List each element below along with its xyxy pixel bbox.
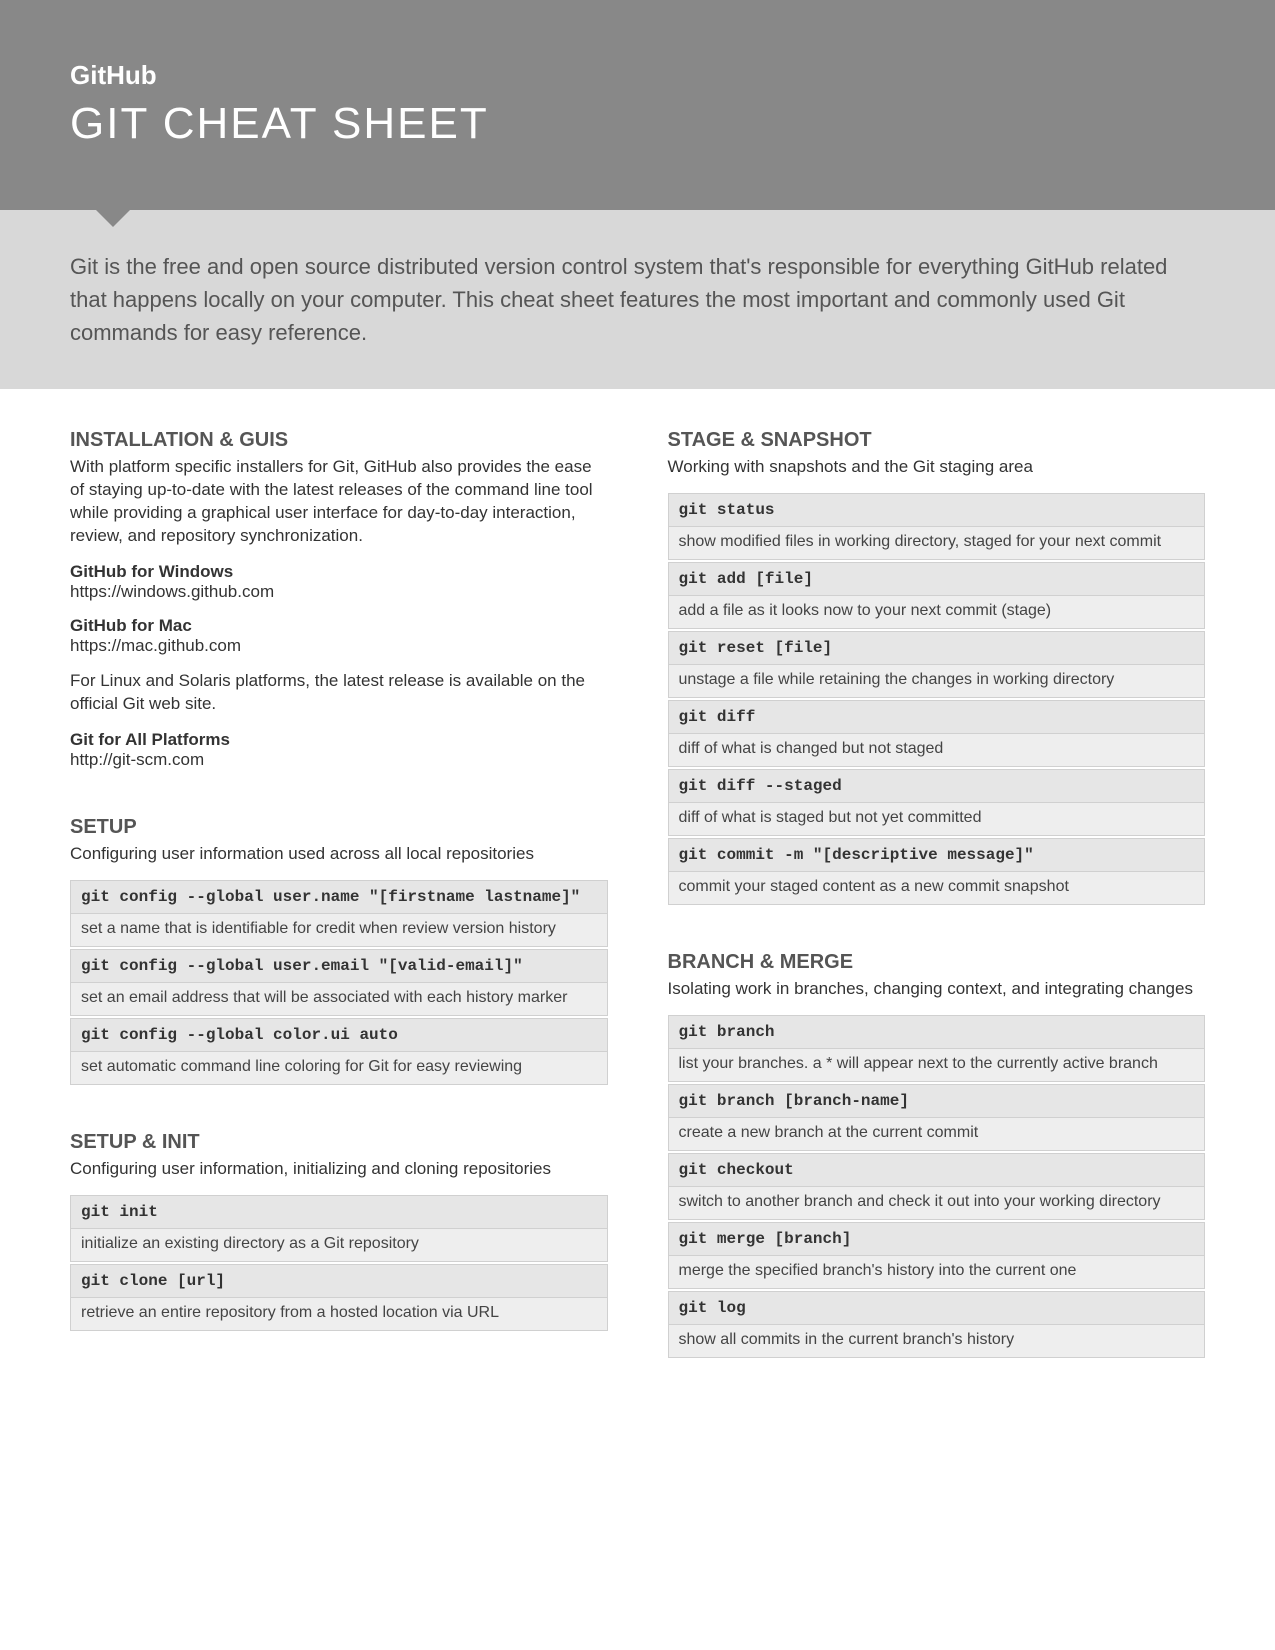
all-platforms-url[interactable]: http://git-scm.com xyxy=(70,750,608,770)
command-text: git diff xyxy=(668,700,1206,734)
section-subtitle: Isolating work in branches, changing con… xyxy=(668,978,1206,1001)
command-description: show all commits in the current branch's… xyxy=(668,1325,1206,1358)
command-description: diff of what is changed but not staged xyxy=(668,734,1206,767)
command-description: set automatic command line coloring for … xyxy=(70,1052,608,1085)
section-subtitle: Configuring user information, initializi… xyxy=(70,1158,608,1181)
left-column: INSTALLATION & GUIS With platform specif… xyxy=(70,429,608,1404)
command-text: git clone [url] xyxy=(70,1264,608,1298)
section-setup: SETUP Configuring user information used … xyxy=(70,816,608,1085)
command-block: git checkoutswitch to another branch and… xyxy=(668,1153,1206,1220)
mac-label: GitHub for Mac xyxy=(70,616,608,636)
command-description: show modified files in working directory… xyxy=(668,527,1206,560)
mac-url[interactable]: https://mac.github.com xyxy=(70,636,608,656)
command-description: switch to another branch and check it ou… xyxy=(668,1187,1206,1220)
section-title: SETUP & INIT xyxy=(70,1131,608,1154)
command-text: git init xyxy=(70,1195,608,1229)
linux-note: For Linux and Solaris platforms, the lat… xyxy=(70,670,608,716)
command-block: git config --global user.email "[valid-e… xyxy=(70,949,608,1016)
command-text: git config --global user.email "[valid-e… xyxy=(70,949,608,983)
intro-text: Git is the free and open source distribu… xyxy=(70,250,1190,349)
command-description: merge the specified branch's history int… xyxy=(668,1256,1206,1289)
command-block: git config --global color.ui autoset aut… xyxy=(70,1018,608,1085)
section-subtitle: Working with snapshots and the Git stagi… xyxy=(668,456,1206,479)
section-title: SETUP xyxy=(70,816,608,839)
command-text: git add [file] xyxy=(668,562,1206,596)
command-description: set a name that is identifiable for cred… xyxy=(70,914,608,947)
command-text: git config --global color.ui auto xyxy=(70,1018,608,1052)
command-text: git merge [branch] xyxy=(668,1222,1206,1256)
intro-band: Git is the free and open source distribu… xyxy=(0,210,1275,389)
command-block: git logshow all commits in the current b… xyxy=(668,1291,1206,1358)
section-installation: INSTALLATION & GUIS With platform specif… xyxy=(70,429,608,770)
command-block: git branchlist your branches. a * will a… xyxy=(668,1015,1206,1082)
command-description: create a new branch at the current commi… xyxy=(668,1118,1206,1151)
command-description: set an email address that will be associ… xyxy=(70,983,608,1016)
github-logo: GitHub xyxy=(70,60,1205,91)
command-block: git add [file]add a file as it looks now… xyxy=(668,562,1206,629)
page-title: GIT CHEAT SHEET xyxy=(70,99,1205,149)
section-branch-merge: BRANCH & MERGE Isolating work in branche… xyxy=(668,951,1206,1358)
command-block: git diff --stageddiff of what is staged … xyxy=(668,769,1206,836)
command-description: unstage a file while retaining the chang… xyxy=(668,665,1206,698)
command-list: git config --global user.name "[firstnam… xyxy=(70,880,608,1085)
command-text: git reset [file] xyxy=(668,631,1206,665)
section-subtitle: Configuring user information used across… xyxy=(70,843,608,866)
section-title: STAGE & SNAPSHOT xyxy=(668,429,1206,452)
command-description: initialize an existing directory as a Gi… xyxy=(70,1229,608,1262)
command-block: git branch [branch-name]create a new bra… xyxy=(668,1084,1206,1151)
section-title: BRANCH & MERGE xyxy=(668,951,1206,974)
command-text: git log xyxy=(668,1291,1206,1325)
command-text: git status xyxy=(668,493,1206,527)
command-block: git reset [file]unstage a file while ret… xyxy=(668,631,1206,698)
command-block: git clone [url]retrieve an entire reposi… xyxy=(70,1264,608,1331)
command-text: git commit -m "[descriptive message]" xyxy=(668,838,1206,872)
command-block: git config --global user.name "[firstnam… xyxy=(70,880,608,947)
content: INSTALLATION & GUIS With platform specif… xyxy=(0,389,1275,1444)
command-text: git branch xyxy=(668,1015,1206,1049)
command-text: git branch [branch-name] xyxy=(668,1084,1206,1118)
command-description: retrieve an entire repository from a hos… xyxy=(70,1298,608,1331)
section-subtitle: With platform specific installers for Gi… xyxy=(70,456,608,548)
command-block: git diffdiff of what is changed but not … xyxy=(668,700,1206,767)
command-text: git diff --staged xyxy=(668,769,1206,803)
command-list: git branchlist your branches. a * will a… xyxy=(668,1015,1206,1358)
section-setup-init: SETUP & INIT Configuring user informatio… xyxy=(70,1131,608,1331)
command-block: git commit -m "[descriptive message]"com… xyxy=(668,838,1206,905)
windows-url[interactable]: https://windows.github.com xyxy=(70,582,608,602)
windows-label: GitHub for Windows xyxy=(70,562,608,582)
command-description: commit your staged content as a new comm… xyxy=(668,872,1206,905)
header: GitHub GIT CHEAT SHEET xyxy=(0,0,1275,210)
right-column: STAGE & SNAPSHOT Working with snapshots … xyxy=(668,429,1206,1404)
command-description: diff of what is staged but not yet commi… xyxy=(668,803,1206,836)
command-text: git config --global user.name "[firstnam… xyxy=(70,880,608,914)
command-block: git initinitialize an existing directory… xyxy=(70,1195,608,1262)
command-description: add a file as it looks now to your next … xyxy=(668,596,1206,629)
section-title: INSTALLATION & GUIS xyxy=(70,429,608,452)
command-list: git initinitialize an existing directory… xyxy=(70,1195,608,1331)
all-platforms-label: Git for All Platforms xyxy=(70,730,608,750)
section-stage-snapshot: STAGE & SNAPSHOT Working with snapshots … xyxy=(668,429,1206,905)
command-text: git checkout xyxy=(668,1153,1206,1187)
command-block: git statusshow modified files in working… xyxy=(668,493,1206,560)
command-description: list your branches. a * will appear next… xyxy=(668,1049,1206,1082)
command-list: git statusshow modified files in working… xyxy=(668,493,1206,905)
command-block: git merge [branch]merge the specified br… xyxy=(668,1222,1206,1289)
